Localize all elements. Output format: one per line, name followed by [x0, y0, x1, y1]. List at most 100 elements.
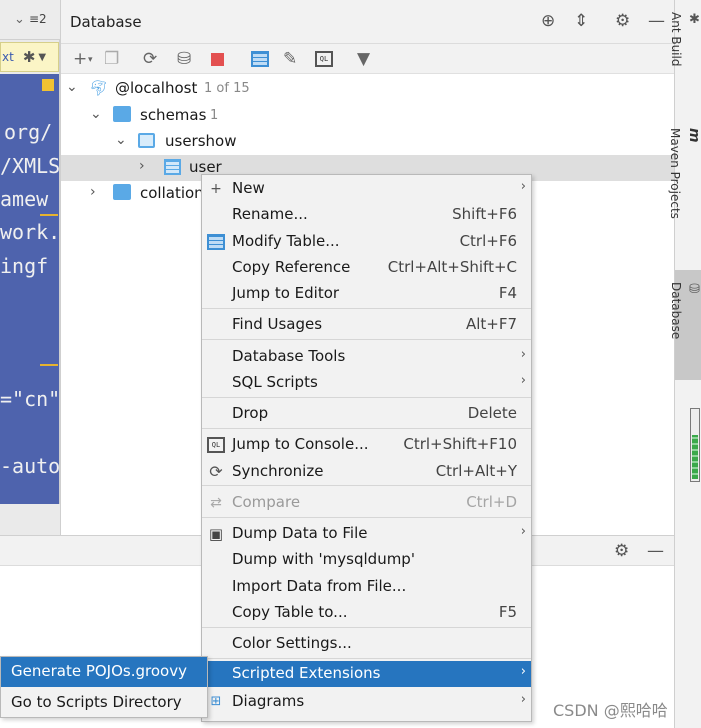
- chevron-down-icon[interactable]: ▼: [38, 52, 46, 63]
- menu-item-compare[interactable]: ⇄ Compare Ctrl+D: [202, 490, 531, 516]
- tool-tab-maven[interactable]: m Maven Projects: [668, 128, 701, 263]
- schema-icon[interactable]: ⛁: [177, 49, 191, 69]
- editor-area: ⌄ ≡2 xt ✱ ▼ org/ /XMLS amew work. ingf =…: [0, 0, 60, 535]
- menu-item-dump-mysqldump[interactable]: Dump with 'mysqldump': [202, 547, 531, 573]
- menu-item-jump-to-console[interactable]: QL Jump to Console... Ctrl+Shift+F10: [202, 432, 531, 458]
- table-icon: [164, 159, 181, 175]
- menu-item-jump-to-editor[interactable]: Jump to Editor F4: [202, 281, 531, 307]
- tool-tab-label: Ant Build: [669, 12, 683, 67]
- menu-item-label: Find Usages: [232, 315, 323, 333]
- menu-item-sql-scripts[interactable]: SQL Scripts ›: [202, 370, 531, 396]
- target-icon[interactable]: ⊕: [541, 11, 555, 31]
- menu-item-label: Rename...: [232, 205, 308, 223]
- edit-icon[interactable]: ✎: [283, 49, 297, 69]
- menu-separator: [202, 627, 531, 628]
- menu-item-label: Dump Data to File: [232, 524, 368, 542]
- memory-fill: [692, 435, 698, 479]
- folder-icon: [113, 184, 131, 200]
- tool-tab-ant-build[interactable]: ✱ Ant Build: [669, 12, 701, 122]
- chevron-right-icon[interactable]: ›: [139, 158, 145, 174]
- tree-node-schemas[interactable]: ⌄ schemas 1: [61, 103, 675, 129]
- menu-item-find-usages[interactable]: Find Usages Alt+F7: [202, 312, 531, 338]
- menu-item-label: Import Data from File...: [232, 577, 407, 595]
- scripted-extensions-submenu: Generate POJOs.groovy Go to Scripts Dire…: [0, 656, 208, 718]
- collapse-icon[interactable]: ⇕: [574, 11, 588, 31]
- menu-item-label: Drop: [232, 404, 269, 422]
- tree-node-count: 1: [210, 108, 219, 123]
- menu-item-label: Synchronize: [232, 462, 324, 480]
- menu-item-label: Color Settings...: [232, 634, 352, 652]
- memory-indicator[interactable]: [690, 408, 700, 482]
- menu-item-copy-reference[interactable]: Copy Reference Ctrl+Alt+Shift+C: [202, 255, 531, 281]
- minimize-icon[interactable]: —: [648, 11, 665, 31]
- add-icon[interactable]: +: [73, 49, 87, 69]
- refresh-icon[interactable]: ⟳: [143, 49, 157, 69]
- menu-item-dump-data[interactable]: ▣ Dump Data to File ›: [202, 521, 531, 547]
- plus-icon: +: [210, 181, 222, 197]
- menu-item-label: Copy Reference: [232, 258, 351, 276]
- gear-icon[interactable]: ✱: [23, 48, 36, 66]
- tool-tab-label: Database: [669, 282, 683, 340]
- chevron-right-icon[interactable]: ›: [90, 184, 96, 200]
- code-editor[interactable]: org/ /XMLS amew work. ingf ="cn" -auto: [0, 74, 59, 504]
- chevron-right-icon: ›: [520, 524, 526, 539]
- gear-icon[interactable]: ⚙: [614, 541, 629, 561]
- stop-icon[interactable]: [211, 53, 224, 66]
- chevron-down-icon[interactable]: ⌄: [90, 106, 102, 122]
- chevron-down-icon[interactable]: ⌄: [115, 132, 127, 148]
- code-line: ="cn": [0, 387, 59, 411]
- table-icon: [207, 234, 225, 250]
- menu-item-label: New: [232, 179, 265, 197]
- chip-text: xt: [2, 50, 14, 64]
- menu-item-diagrams[interactable]: ⊞ Diagrams ›: [202, 689, 531, 715]
- sql-console-icon[interactable]: QL: [315, 51, 333, 67]
- menu-item-copy-table[interactable]: Copy Table to... F5: [202, 600, 531, 626]
- tree-node-localhost[interactable]: ⌄ 🐬︎ @localhost 1 of 15: [61, 76, 675, 102]
- duplicate-icon[interactable]: ❐: [104, 49, 119, 69]
- right-tool-sidebar: ✱ Ant Build m Maven Projects ⛁ Database: [668, 0, 701, 728]
- menu-item-rename[interactable]: Rename... Shift+F6: [202, 202, 531, 228]
- tool-tab-database[interactable]: ⛁ Database: [669, 270, 701, 380]
- chevron-down-icon[interactable]: ⌄: [66, 79, 78, 95]
- tree-node-label: @localhost: [115, 79, 198, 97]
- table-icon[interactable]: [251, 51, 269, 67]
- sql-console-icon: QL: [207, 437, 225, 453]
- gear-icon[interactable]: ⚙: [615, 11, 630, 31]
- fold-marker: [40, 364, 58, 366]
- menu-item-color-settings[interactable]: Color Settings...: [202, 631, 531, 657]
- menu-separator: [202, 658, 531, 659]
- filter-icon[interactable]: ▼: [357, 49, 370, 69]
- editor-chip[interactable]: xt ✱ ▼: [0, 42, 59, 72]
- submenu-item-label: Go to Scripts Directory: [11, 693, 182, 711]
- sync-icon: ⟳: [209, 462, 223, 481]
- menu-item-shortcut: Ctrl+Alt+Y: [435, 462, 517, 480]
- code-line: amew: [0, 187, 49, 211]
- mysql-icon: 🐬︎: [89, 79, 109, 97]
- ant-icon: ✱: [687, 12, 701, 27]
- menu-item-modify-table[interactable]: Modify Table... Ctrl+F6: [202, 229, 531, 255]
- minimize-icon[interactable]: —: [647, 541, 664, 561]
- menu-item-label: Dump with 'mysqldump': [232, 550, 415, 568]
- menu-item-drop[interactable]: Drop Delete: [202, 401, 531, 427]
- menu-separator: [202, 397, 531, 398]
- menu-item-label: SQL Scripts: [232, 373, 318, 391]
- menu-item-synchronize[interactable]: ⟳ Synchronize Ctrl+Alt+Y: [202, 459, 531, 485]
- tree-node-usershow[interactable]: ⌄ usershow: [61, 129, 675, 155]
- submenu-item-label: Generate POJOs.groovy: [11, 662, 187, 680]
- menu-item-label: Jump to Console...: [232, 435, 369, 453]
- menu-item-shortcut: Ctrl+D: [466, 493, 517, 511]
- tree-node-label: schemas: [140, 106, 207, 124]
- fold-marker: [40, 214, 58, 216]
- chevron-right-icon: ›: [520, 664, 526, 679]
- chevron-down-icon[interactable]: ▾: [88, 55, 93, 65]
- menu-item-scripted-extensions[interactable]: Scripted Extensions ›: [202, 661, 531, 687]
- submenu-item-scripts-directory[interactable]: Go to Scripts Directory: [1, 688, 207, 718]
- code-line: ingf: [0, 254, 49, 278]
- warning-marker-icon[interactable]: [42, 79, 54, 91]
- menu-item-database-tools[interactable]: Database Tools ›: [202, 344, 531, 370]
- menu-item-import-data[interactable]: Import Data from File...: [202, 574, 531, 600]
- menu-item-new[interactable]: + New ›: [202, 176, 531, 202]
- tab-count[interactable]: ≡2: [29, 12, 47, 26]
- submenu-item-generate-pojos[interactable]: Generate POJOs.groovy: [1, 657, 207, 687]
- chevron-down-icon[interactable]: ⌄: [14, 12, 25, 27]
